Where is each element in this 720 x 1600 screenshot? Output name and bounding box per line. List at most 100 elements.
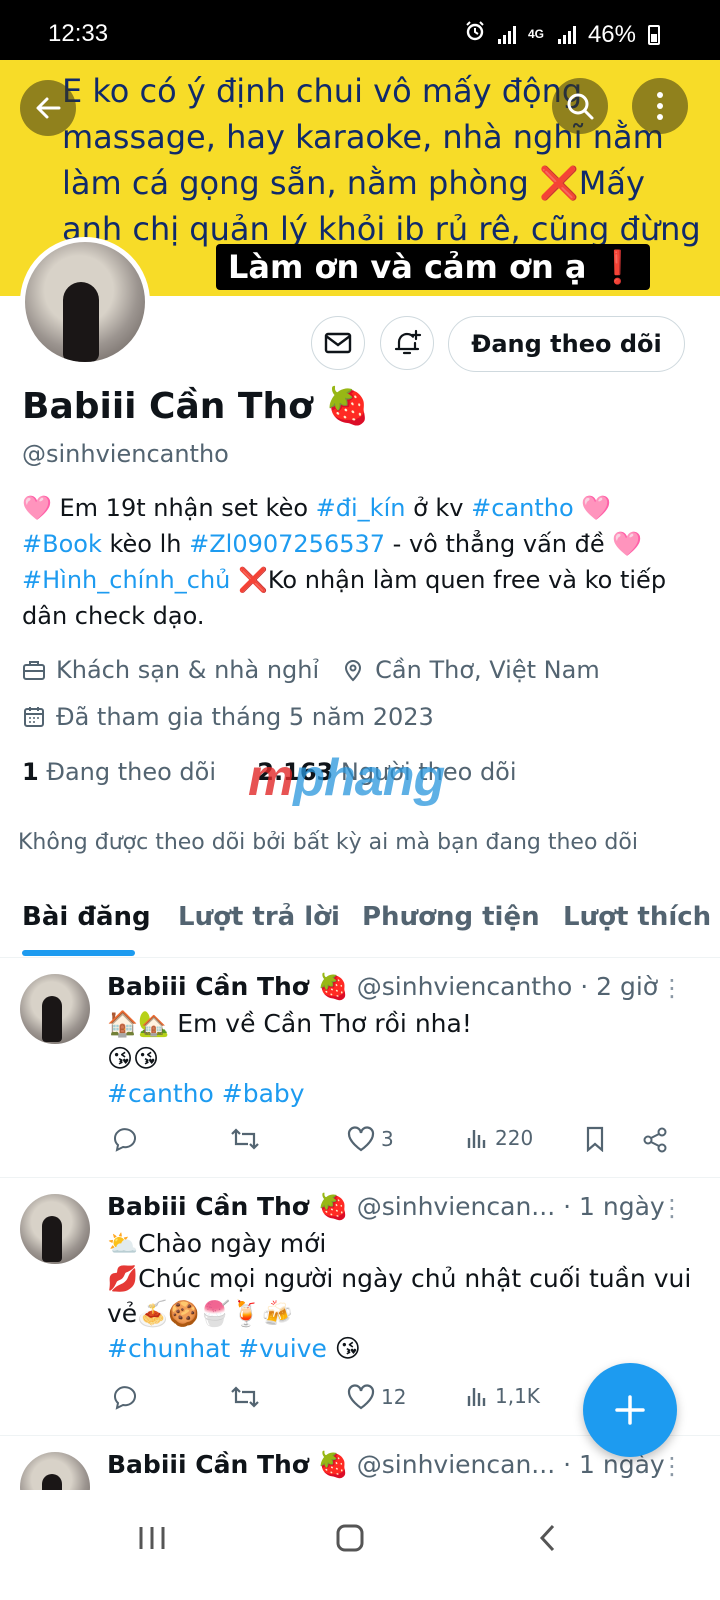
following-count: 1: [22, 758, 39, 786]
mail-icon: [324, 332, 352, 354]
compose-post-button[interactable]: [583, 1363, 677, 1457]
bio-text: 🩷: [573, 494, 612, 522]
bell-plus-icon: [394, 329, 422, 355]
reply-button[interactable]: [111, 1384, 139, 1410]
home-button[interactable]: [320, 1508, 380, 1568]
following-link[interactable]: 1 Đang theo dõi: [22, 758, 216, 786]
plus-icon: [615, 1395, 645, 1425]
tab-likes[interactable]: Lượt thích: [563, 902, 711, 932]
profile-location: Cần Thơ, Việt Nam: [375, 656, 600, 684]
bio-text: - vô thẳng vấn đề 🩷: [385, 530, 643, 558]
reply-button[interactable]: [111, 1126, 139, 1152]
briefcase-icon: [23, 661, 45, 680]
view-count: 220: [495, 1126, 534, 1150]
repost-button[interactable]: [229, 1126, 261, 1152]
exclamation-icon: ❗: [597, 248, 638, 286]
post-text: 🏠🏡 Em về Cần Thơ rồi nha! 😘😘 #cantho #ba…: [107, 1006, 702, 1111]
like-count: 12: [381, 1385, 407, 1409]
search-button[interactable]: [552, 78, 608, 134]
recent-apps-button[interactable]: [122, 1508, 182, 1568]
post-more-button[interactable]: ⋮: [660, 1194, 684, 1222]
post-avatar[interactable]: [20, 1194, 90, 1264]
bio-line: 🩷 Em 19t nhận set kèo #đi_kín ở kv #cant…: [22, 490, 702, 526]
profile-category: Khách sạn & nhà nghỉ: [56, 656, 320, 684]
active-tab-indicator: [22, 950, 135, 956]
profile-handle: @sinhviencantho: [22, 440, 229, 468]
like-button[interactable]: 12: [347, 1384, 406, 1410]
banner-caption: Làm ơn và cảm ơn ạ ❗: [216, 244, 650, 290]
arrow-left-icon: [36, 97, 61, 119]
post-author-name[interactable]: Babiii Cần Thơ 🍓: [107, 1192, 349, 1221]
bio-text: ở kv: [405, 494, 472, 522]
battery-level: 46%: [587, 20, 636, 48]
post-more-button[interactable]: ⋮: [660, 974, 684, 1002]
bio-text: 🩷 Em 19t nhận set kèo: [22, 494, 316, 522]
more-options-button[interactable]: [632, 78, 688, 134]
message-button[interactable]: [311, 316, 365, 370]
bio-line: #Hình_chính_chủ ❌Ko nhận làm quen free v…: [22, 562, 702, 634]
like-count: 3: [381, 1127, 394, 1151]
signal-icon-2: [557, 25, 576, 44]
repost-button[interactable]: [229, 1384, 261, 1410]
post-hashtags[interactable]: #chunhat #vuive: [107, 1334, 327, 1363]
bio-hashtag[interactable]: #đi_kín: [316, 494, 406, 522]
repost-icon: [231, 1128, 259, 1150]
post[interactable]: Babiii Cần Thơ 🍓 @sinhviencantho · 2 giờ…: [0, 958, 720, 1178]
status-bar: 12:33 4G 46%: [0, 0, 720, 60]
post-author-name[interactable]: Babiii Cần Thơ 🍓: [107, 972, 349, 1001]
back-button[interactable]: [20, 80, 76, 136]
post-author-handle: @sinhviencan...: [356, 1450, 556, 1479]
watermark-logo: mphang: [248, 749, 445, 807]
bio-hashtag[interactable]: #Book: [22, 530, 102, 558]
notifications-button[interactable]: [380, 316, 434, 370]
post-time: · 2 giờ: [580, 972, 659, 1001]
repost-icon: [231, 1386, 259, 1408]
tab-replies[interactable]: Lượt trả lời: [178, 902, 340, 932]
share-button[interactable]: [641, 1126, 669, 1154]
location-pin-icon: [345, 660, 362, 682]
following-button[interactable]: Đang theo dõi: [448, 316, 685, 372]
profile-bio: 🩷 Em 19t nhận set kèo #đi_kín ở kv #cant…: [22, 490, 702, 634]
reply-icon: [114, 1386, 136, 1410]
post-author-handle: @sinhviencan...: [356, 1192, 556, 1221]
system-nav-bar: [0, 1490, 720, 1600]
bookmark-button[interactable]: [583, 1126, 607, 1152]
bio-hashtag[interactable]: #Zl0907256537: [189, 530, 385, 558]
profile-joined-date: Đã tham gia tháng 5 năm 2023: [56, 703, 434, 731]
like-button[interactable]: 3: [347, 1126, 394, 1152]
post-more-button[interactable]: ⋮: [660, 1452, 684, 1480]
chevron-left-icon: [539, 1524, 555, 1552]
post-avatar[interactable]: [20, 974, 90, 1044]
post-line: 🏠🏡 Em về Cần Thơ rồi nha!: [107, 1009, 472, 1038]
post-avatar[interactable]: [20, 1452, 90, 1490]
post-hashtags[interactable]: #cantho #baby: [107, 1076, 702, 1111]
more-vertical-icon: [657, 92, 663, 120]
post-time: · 1 ngày: [563, 1192, 665, 1221]
post-author-name[interactable]: Babiii Cần Thơ 🍓: [107, 1450, 349, 1479]
heart-icon: [347, 1126, 375, 1152]
views-button[interactable]: 220: [465, 1126, 533, 1150]
post-line: ⛅Chào ngày mới: [107, 1229, 327, 1258]
post-header: Babiii Cần Thơ 🍓 @sinhviencan... · 1 ngà…: [107, 1192, 665, 1222]
bar-chart-icon: [467, 1130, 486, 1148]
tab-media[interactable]: Phương tiện: [362, 902, 540, 932]
profile-joined-row: Đã tham gia tháng 5 năm 2023: [22, 703, 434, 731]
home-icon: [336, 1524, 364, 1552]
bio-text: kèo lh: [101, 530, 190, 558]
system-back-button[interactable]: [518, 1508, 578, 1568]
view-count: 1,1K: [495, 1384, 540, 1408]
profile-name: Babiii Cần Thơ 🍓: [22, 386, 371, 427]
battery-icon: [648, 24, 660, 45]
bar-chart-icon: [467, 1388, 486, 1406]
post-header: Babiii Cần Thơ 🍓 @sinhviencantho · 2 giờ: [107, 972, 658, 1002]
bio-hashtag[interactable]: #Hình_chính_chủ: [22, 566, 230, 594]
status-icons: 4G 46%: [464, 20, 660, 49]
post-header: Babiii Cần Thơ 🍓 @sinhviencan... · 1 ngà…: [107, 1450, 665, 1480]
post-text: ⛅Chào ngày mới 💋Chúc mọi người ngày chủ …: [107, 1226, 702, 1366]
tab-posts[interactable]: Bài đăng: [22, 902, 151, 932]
recent-apps-icon: [139, 1527, 165, 1549]
views-button[interactable]: 1,1K: [465, 1384, 540, 1408]
bio-hashtag[interactable]: #cantho: [471, 494, 574, 522]
profile-avatar[interactable]: [20, 237, 150, 367]
post-author-handle: @sinhviencantho: [356, 972, 573, 1001]
